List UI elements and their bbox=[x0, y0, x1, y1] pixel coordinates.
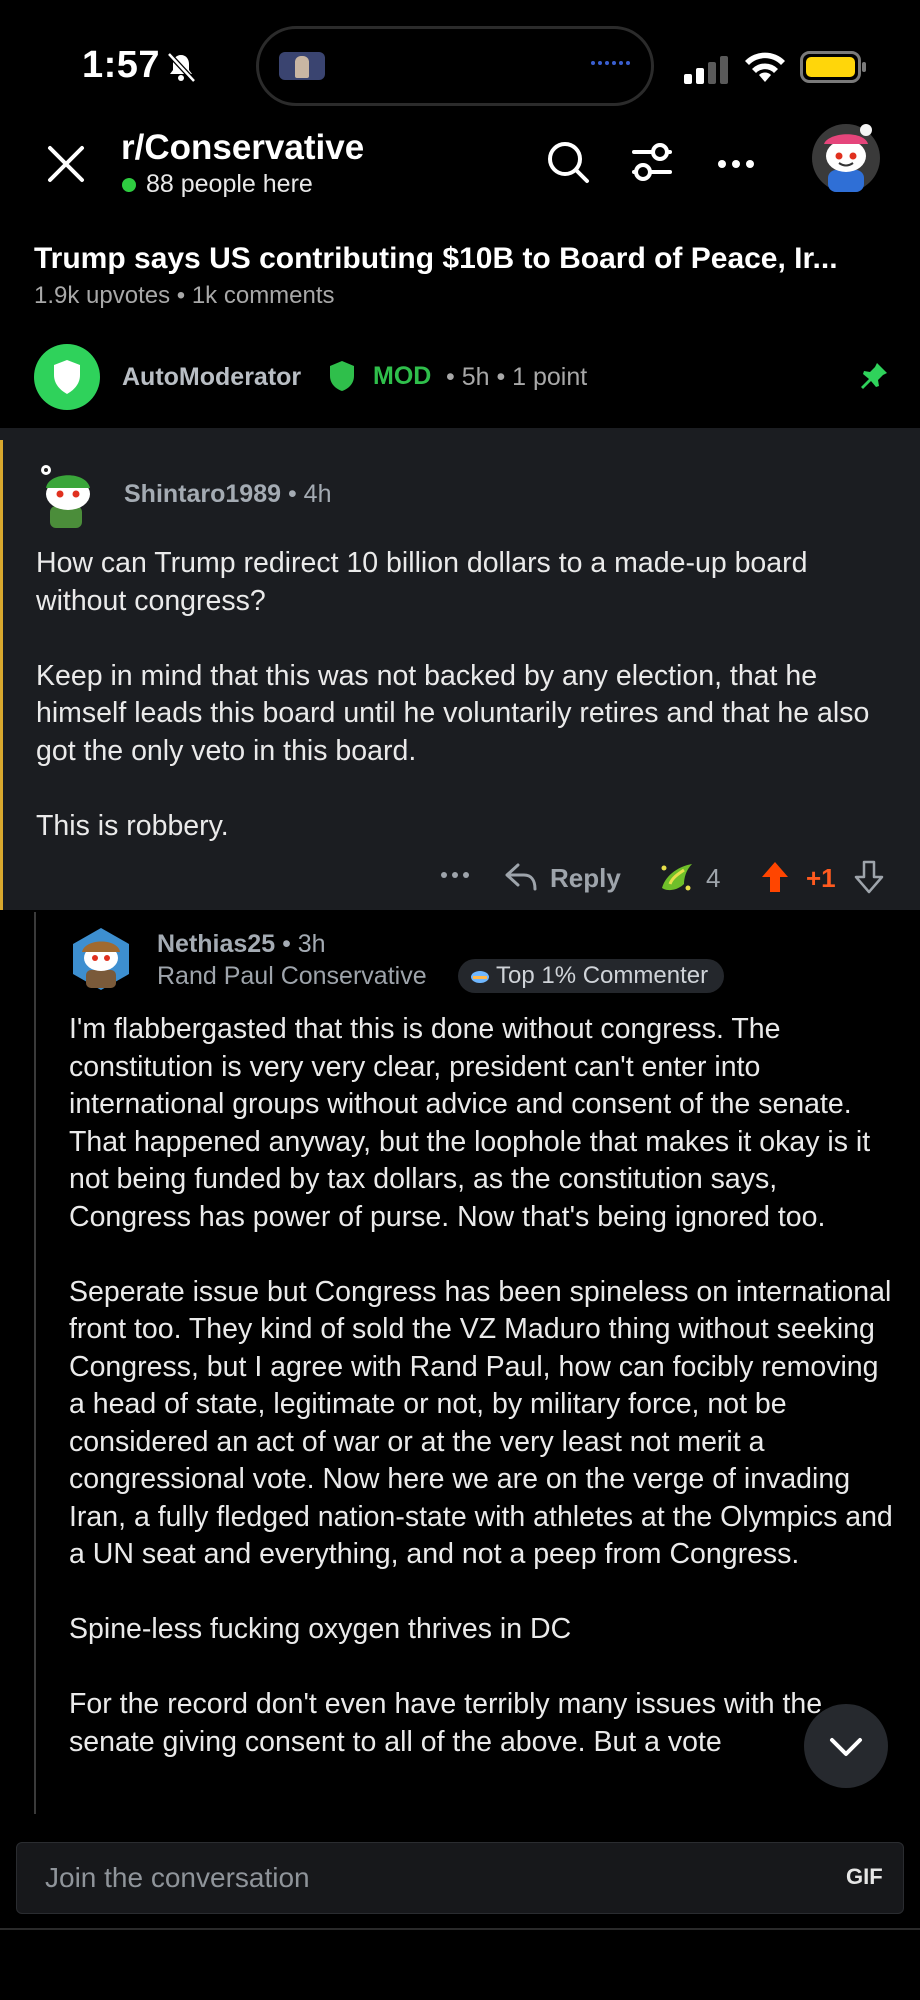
comment-author[interactable]: AutoModerator bbox=[122, 363, 301, 392]
audio-wave-icon bbox=[591, 61, 630, 65]
online-indicator bbox=[122, 178, 136, 192]
cellular-signal-icon bbox=[684, 56, 728, 84]
reply-icon[interactable] bbox=[504, 862, 538, 892]
wifi-icon bbox=[745, 52, 785, 82]
shield-icon bbox=[54, 360, 80, 394]
upvote-icon[interactable] bbox=[760, 860, 790, 894]
comment-author[interactable]: Shintaro1989 bbox=[124, 480, 281, 508]
reply-button[interactable]: Reply bbox=[550, 863, 621, 894]
comment-paragraph: This is robbery. bbox=[36, 809, 229, 842]
mod-badge: MOD bbox=[373, 362, 432, 390]
post-stats: 1.9k upvotes • 1k comments bbox=[34, 282, 335, 309]
comment-header: Shintaro1989 • 4h bbox=[124, 480, 331, 509]
silent-bell-icon bbox=[167, 52, 196, 83]
comment-paragraph: For the record don't even have terribly … bbox=[69, 1688, 823, 1758]
gif-button[interactable]: GIF bbox=[846, 1864, 883, 1890]
more-options-icon[interactable] bbox=[440, 870, 470, 880]
award-icon[interactable] bbox=[656, 858, 696, 898]
live-activity-thumbnail bbox=[279, 52, 325, 80]
chevron-down-icon bbox=[830, 1738, 862, 1756]
status-time: 1:57 bbox=[82, 44, 161, 86]
online-count: 88 people here bbox=[146, 170, 313, 198]
comment-meta: • 5h • 1 point bbox=[446, 363, 588, 391]
downvote-icon[interactable] bbox=[854, 860, 884, 894]
user-avatar[interactable] bbox=[808, 118, 884, 194]
scroll-down-button[interactable] bbox=[804, 1704, 888, 1788]
more-icon[interactable] bbox=[714, 142, 758, 186]
bottom-divider bbox=[0, 1928, 920, 1930]
reply-viewport: I'm flabbergasted that this is done with… bbox=[0, 912, 920, 1814]
comment-paragraph: I'm flabbergasted that this is done with… bbox=[69, 1013, 871, 1233]
close-icon[interactable] bbox=[44, 142, 88, 186]
subreddit-name[interactable]: r/Conservative bbox=[121, 128, 364, 168]
search-icon[interactable] bbox=[546, 140, 590, 184]
pin-icon bbox=[861, 363, 887, 389]
award-count: 4 bbox=[706, 863, 721, 893]
filter-icon[interactable] bbox=[630, 140, 674, 184]
comment-paragraph: Spine-less fucking oxygen thrives in DC bbox=[69, 1613, 572, 1645]
comment-paragraph: Seperate issue but Congress has been spi… bbox=[69, 1275, 893, 1571]
automoderator-avatar[interactable] bbox=[34, 344, 100, 410]
comment-score: +1 bbox=[806, 863, 836, 893]
mod-shield-icon bbox=[330, 361, 354, 391]
comment-body: How can Trump redirect 10 billion dollar… bbox=[36, 545, 886, 883]
comment-paragraph: Keep in mind that this was not backed by… bbox=[36, 659, 870, 767]
comment-age: • 4h bbox=[287, 480, 332, 508]
composer-placeholder[interactable]: Join the conversation bbox=[45, 1862, 310, 1894]
post-title[interactable]: Trump says US contributing $10B to Board… bbox=[34, 242, 894, 276]
highlight-bar bbox=[0, 440, 3, 910]
comment-body: I'm flabbergasted that this is done with… bbox=[69, 1011, 899, 1799]
comment-paragraph: How can Trump redirect 10 billion dollar… bbox=[36, 547, 808, 617]
battery-icon bbox=[800, 51, 866, 83]
commenter-avatar[interactable] bbox=[34, 458, 98, 528]
